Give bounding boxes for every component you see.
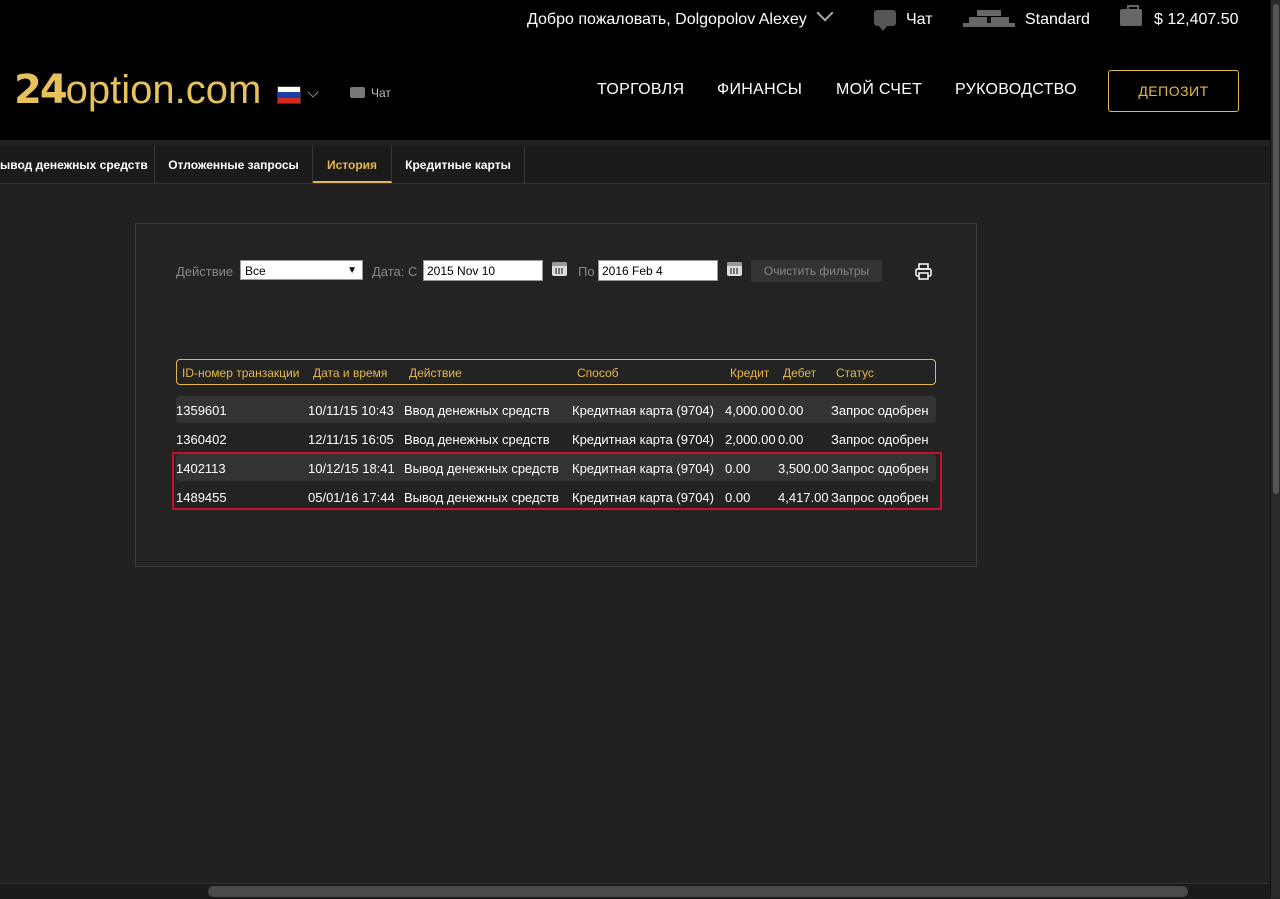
chevron-down-icon — [816, 4, 834, 22]
action-select-value: Все — [245, 264, 266, 278]
cell-id: 1359601 — [176, 403, 227, 418]
user-menu[interactable]: Добро пожаловать, Dolgopolov Alexey — [527, 0, 834, 38]
col-header-debit[interactable]: Дебет — [783, 360, 816, 386]
calendar-icon[interactable] — [552, 262, 567, 276]
logo-name: option.com — [65, 68, 262, 112]
cell-status: Запрос одобрен — [831, 403, 929, 418]
tab-history[interactable]: История — [313, 146, 392, 183]
action-select[interactable]: Все ▼ — [240, 260, 363, 280]
vertical-scrollbar[interactable] — [1270, 0, 1280, 898]
col-header-credit[interactable]: Кредит — [730, 360, 769, 386]
table-header: ID-номер транзакции Дата и время Действи… — [176, 359, 936, 385]
top-bar: Добро пожаловать, Dolgopolov Alexey Чат … — [0, 0, 1270, 39]
cell-status: Запрос одобрен — [831, 432, 929, 447]
language-chevron-icon[interactable] — [307, 86, 319, 98]
clear-filters-button[interactable]: Очистить фильтры — [751, 260, 882, 282]
cell-action: Ввод денежных средств — [404, 432, 550, 447]
chat-label: Чат — [906, 11, 933, 28]
cell-debit: 0.00 — [778, 403, 804, 418]
logo[interactable]: 24option.com — [14, 66, 261, 114]
date-from-input[interactable]: 2015 Nov 10 — [423, 260, 543, 281]
dropdown-arrow-icon: ▼ — [347, 265, 357, 276]
col-header-method[interactable]: Способ — [577, 360, 619, 386]
chat-icon — [350, 87, 365, 99]
date-to-label: По — [578, 264, 595, 279]
print-icon[interactable] — [915, 263, 932, 280]
tab-withdrawal[interactable]: ывод денежных средств — [0, 146, 155, 183]
chat-label: Чат — [371, 86, 391, 100]
chat-icon — [874, 9, 896, 31]
cell-method: Кредитная карта (9704) — [572, 432, 714, 447]
cell-credit: 2,000.00 — [725, 432, 776, 447]
cell-credit: 4,000.00 — [725, 403, 776, 418]
history-panel: Действие Все ▼ Дата: С 2015 Nov 10 По 20… — [135, 223, 977, 567]
deposit-button[interactable]: ДЕПОЗИТ — [1108, 70, 1239, 112]
nav-finance[interactable]: ФИНАНСЫ — [717, 81, 802, 99]
account-tier[interactable]: Standard — [963, 0, 1090, 38]
chat-link-header[interactable]: Чат — [350, 86, 391, 100]
main-header: 24option.com Чат ТОРГОВЛЯ ФИНАНСЫ МОЙ СЧ… — [0, 38, 1270, 140]
wallet-icon — [1120, 5, 1142, 27]
balance-value: $ 12,407.50 — [1154, 11, 1239, 28]
russian-flag-icon[interactable] — [277, 86, 301, 104]
col-header-action[interactable]: Действие — [409, 360, 462, 386]
col-header-id[interactable]: ID-номер транзакции — [182, 360, 299, 386]
calendar-icon[interactable] — [727, 262, 742, 276]
balance[interactable]: $ 12,407.50 — [1120, 0, 1239, 38]
date-from-label: Дата: С — [372, 264, 418, 279]
cell-datetime: 10/11/15 10:43 — [308, 403, 394, 418]
date-to-input[interactable]: 2016 Feb 4 — [598, 260, 718, 281]
tab-credit-cards[interactable]: Кредитные карты — [392, 146, 525, 183]
nav-trading[interactable]: ТОРГОВЛЯ — [597, 81, 684, 99]
vertical-scroll-thumb[interactable] — [1273, 4, 1279, 494]
cell-method: Кредитная карта (9704) — [572, 403, 714, 418]
col-header-datetime[interactable]: Дата и время — [313, 360, 387, 386]
table-row: 1360402 12/11/15 16:05 Ввод денежных сре… — [176, 425, 936, 452]
tab-pending-requests[interactable]: Отложенные запросы — [155, 146, 313, 183]
table-row: 1359601 10/11/15 10:43 Ввод денежных сре… — [176, 396, 936, 423]
welcome-text: Добро пожаловать, Dolgopolov Alexey — [527, 11, 807, 28]
cell-debit: 0.00 — [778, 432, 804, 447]
gold-bars-icon — [963, 8, 1015, 28]
col-header-status[interactable]: Статус — [836, 360, 874, 386]
sub-tabs: ывод денежных средств Отложенные запросы… — [0, 146, 1270, 184]
nav-guide[interactable]: РУКОВОДСТВО — [955, 81, 1077, 99]
action-filter-label: Действие — [176, 264, 234, 279]
cell-id: 1360402 — [176, 432, 227, 447]
cell-action: Ввод денежных средств — [404, 403, 550, 418]
cell-datetime: 12/11/15 16:05 — [308, 432, 394, 447]
horizontal-scroll-thumb[interactable] — [208, 886, 1188, 897]
account-tier-label: Standard — [1025, 11, 1090, 28]
chat-link-top[interactable]: Чат — [874, 0, 933, 38]
nav-my-account[interactable]: МОЙ СЧЕТ — [836, 81, 922, 99]
withdrawal-highlight-box — [172, 452, 942, 510]
logo-number: 24 — [14, 67, 68, 113]
horizontal-scrollbar[interactable] — [0, 883, 1270, 899]
